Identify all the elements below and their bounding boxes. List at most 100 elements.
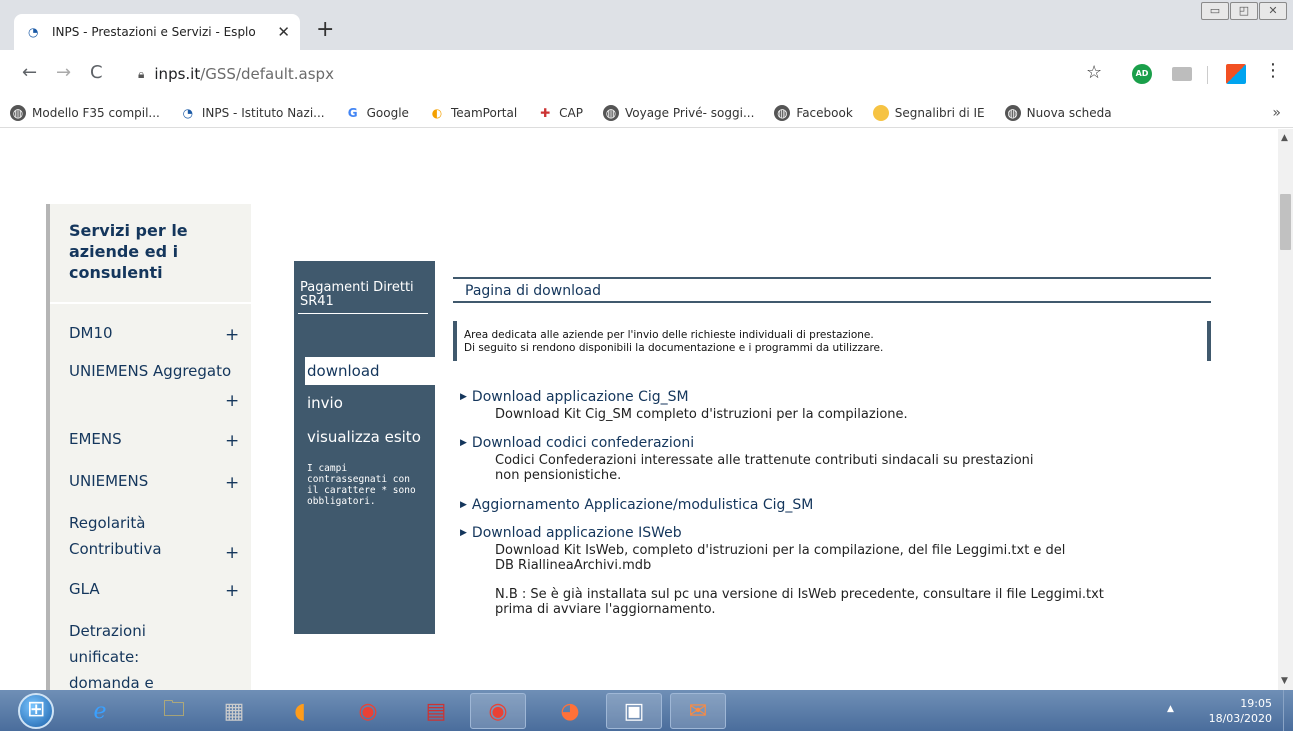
adblock-extension-icon[interactable]: AD	[1132, 64, 1152, 84]
page-scrollbar[interactable]: ▲ ▼	[1278, 129, 1293, 690]
window-controls: ▭ ◰ ✕	[1200, 2, 1287, 20]
bookmark-item[interactable]: ◔ INPS - Istituto Nazi...	[180, 105, 325, 121]
nav-item-visualizza-esito[interactable]: visualizza esito	[294, 423, 435, 451]
download-link[interactable]: ▶ Download codici confederazioni	[460, 435, 1180, 451]
bookmark-label: Google	[366, 105, 409, 120]
restore-button[interactable]: ◰	[1230, 2, 1258, 20]
expand-plus-icon[interactable]: +	[225, 428, 239, 454]
info-box: Area dedicata alle aziende per l'invio d…	[453, 321, 1211, 361]
internet-explorer-icon[interactable]: ℯ	[72, 693, 128, 729]
tray-expand-icon[interactable]: ▲	[1167, 704, 1174, 714]
address-bar[interactable]: 🔒︎ inps.it/GSS/default.aspx	[138, 59, 1108, 89]
expand-plus-icon[interactable]: +	[225, 470, 239, 496]
bookmark-label: Modello F35 compil...	[32, 105, 160, 120]
bookmarks-overflow-button[interactable]: »	[1272, 105, 1281, 121]
sidebar-item-label: GLA	[69, 580, 100, 598]
download-link-text[interactable]: Download codici confederazioni	[472, 435, 694, 451]
camera-extension-icon[interactable]	[1172, 67, 1192, 81]
minimize-button[interactable]: ▭	[1201, 2, 1229, 20]
section-title: Pagina di download	[465, 283, 601, 299]
mail-icon[interactable]: ✉	[670, 693, 726, 729]
triangle-right-icon: ▶	[460, 438, 467, 448]
download-description: Codici Confederazioni interessate alle t…	[495, 453, 1034, 483]
service-left-nav: Pagamenti Diretti SR41 download invio vi…	[294, 261, 435, 634]
firefox-icon[interactable]: ◕	[542, 693, 598, 729]
chrome-open-icon[interactable]: ◉	[470, 693, 526, 729]
nav-item-invio[interactable]: invio	[294, 389, 435, 417]
sidebar-item-label: Regolarità Contributiva	[69, 514, 162, 558]
download-link-text[interactable]: Aggiornamento Applicazione/modulistica C…	[472, 497, 813, 513]
back-icon[interactable]: ←	[22, 62, 37, 83]
expand-plus-icon[interactable]: +	[225, 388, 239, 414]
teamsystem-icon[interactable]: ◖	[272, 693, 328, 729]
sidebar-item-detrazioni-unificate[interactable]: Detrazioni unificate: domanda e	[69, 618, 199, 690]
expand-plus-icon[interactable]: +	[225, 322, 239, 348]
sidebar-item-dm10[interactable]: DM10 +	[69, 320, 239, 346]
sidebar-item-emens[interactable]: EMENS +	[69, 426, 239, 452]
bookmark-label: INPS - Istituto Nazi...	[201, 105, 325, 120]
start-button[interactable]	[18, 693, 54, 729]
taskbar-clock[interactable]: 19:05 18/03/2020	[1196, 696, 1272, 726]
file-explorer-icon[interactable]: 🗀︎	[146, 693, 202, 729]
expand-plus-icon[interactable]: +	[225, 578, 239, 604]
google-icon: G	[347, 105, 358, 120]
bookmark-item[interactable]: ◍ Voyage Privé- soggi...	[602, 104, 754, 121]
tab-title: INPS - Prestazioni e Servizi - Esplo	[52, 25, 256, 39]
bookmark-item[interactable]: G Google	[345, 105, 409, 121]
download-item: ▶ Download codici confederazioni Codici C…	[460, 435, 1180, 483]
download-link[interactable]: ▶ Download applicazione ISWeb	[460, 525, 1180, 541]
expand-plus-icon[interactable]: +	[225, 540, 239, 566]
download-description: Download Kit IsWeb, completo d'istruzion…	[495, 543, 1066, 573]
sidebar-item-uniemens-aggregato[interactable]: UNIEMENS Aggregato +	[69, 358, 239, 411]
bookmark-label: Segnalibri di IE	[894, 105, 985, 120]
bookmark-star-icon[interactable]: ☆	[1086, 62, 1102, 83]
triangle-right-icon: ▶	[460, 392, 467, 402]
clock-date: 18/03/2020	[1208, 712, 1272, 725]
close-window-button[interactable]: ✕	[1259, 2, 1287, 20]
sidebar-item-gla[interactable]: GLA +	[69, 576, 239, 602]
info-line: Di seguito si rendono disponibili la doc…	[464, 342, 884, 354]
sidebar-item-uniemens[interactable]: UNIEMENS +	[69, 468, 239, 494]
calculator-icon[interactable]: ▦	[206, 693, 262, 729]
download-description: Download Kit Cig_SM completo d'istruzion…	[495, 407, 908, 422]
bookmark-item[interactable]: ◍ Modello F35 compil...	[10, 104, 160, 121]
download-link[interactable]: ▶ Aggiornamento Applicazione/modulistica …	[460, 497, 1180, 513]
download-link-text[interactable]: Download applicazione ISWeb	[472, 525, 682, 541]
globe-icon: ◍	[774, 104, 791, 121]
office-extension-icon[interactable]	[1226, 64, 1246, 84]
reload-icon[interactable]: C	[90, 62, 103, 83]
browser-tab[interactable]: ◔ INPS - Prestazioni e Servizi - Esplo ✕	[14, 14, 300, 50]
bookmark-item[interactable]: ◍ Facebook	[774, 104, 853, 121]
bookmark-item[interactable]: ✚ CAP	[537, 105, 583, 121]
sidebar-item-regolarita-contributiva[interactable]: Regolarità Contributiva +	[69, 510, 239, 563]
teamsystem-open-icon[interactable]: ▣	[606, 693, 662, 729]
bookmark-item[interactable]: Segnalibri di IE	[872, 104, 985, 121]
scrollbar-thumb[interactable]	[1280, 194, 1291, 250]
url-path: /GSS/default.aspx	[200, 65, 334, 83]
triangle-right-icon: ▶	[460, 500, 467, 510]
download-item: ▶ Download applicazione Cig_SM Download K…	[460, 389, 1180, 422]
nav-item-download[interactable]: download	[305, 357, 435, 385]
pdf-icon[interactable]: ▤	[408, 693, 464, 729]
inps-icon: ◔	[182, 105, 194, 120]
browser-window: ◔ INPS - Prestazioni e Servizi - Esplo ✕…	[0, 0, 1293, 731]
download-link-text[interactable]: Download applicazione Cig_SM	[472, 389, 689, 405]
globe-icon: ◍	[1004, 104, 1021, 121]
chrome-icon[interactable]: ◉	[340, 693, 396, 729]
download-item: ▶ Aggiornamento Applicazione/modulistica …	[460, 497, 1180, 513]
show-desktop-button[interactable]	[1283, 690, 1293, 731]
scroll-up-icon[interactable]: ▲	[1281, 133, 1288, 143]
toolbar-divider	[1207, 66, 1208, 84]
new-tab-button[interactable]: +	[316, 18, 334, 42]
menu-kebab-icon[interactable]: ⋮	[1264, 60, 1282, 81]
clock-time: 19:05	[1240, 697, 1272, 710]
bookmark-item[interactable]: ◐ TeamPortal	[429, 105, 517, 121]
sidebar-title: Servizi per le aziende ed i consulenti	[69, 221, 188, 282]
bookmark-item[interactable]: ◍ Nuova scheda	[1004, 104, 1112, 121]
close-tab-icon[interactable]: ✕	[277, 23, 290, 41]
bookmarks-bar: ◍ Modello F35 compil... ◔ INPS - Istituto …	[0, 98, 1293, 128]
download-note: N.B : Se è già installata sul pc una ver…	[495, 587, 1104, 617]
download-link[interactable]: ▶ Download applicazione Cig_SM	[460, 389, 1180, 405]
forward-icon[interactable]: →	[56, 62, 71, 83]
scroll-down-icon[interactable]: ▼	[1281, 676, 1288, 686]
